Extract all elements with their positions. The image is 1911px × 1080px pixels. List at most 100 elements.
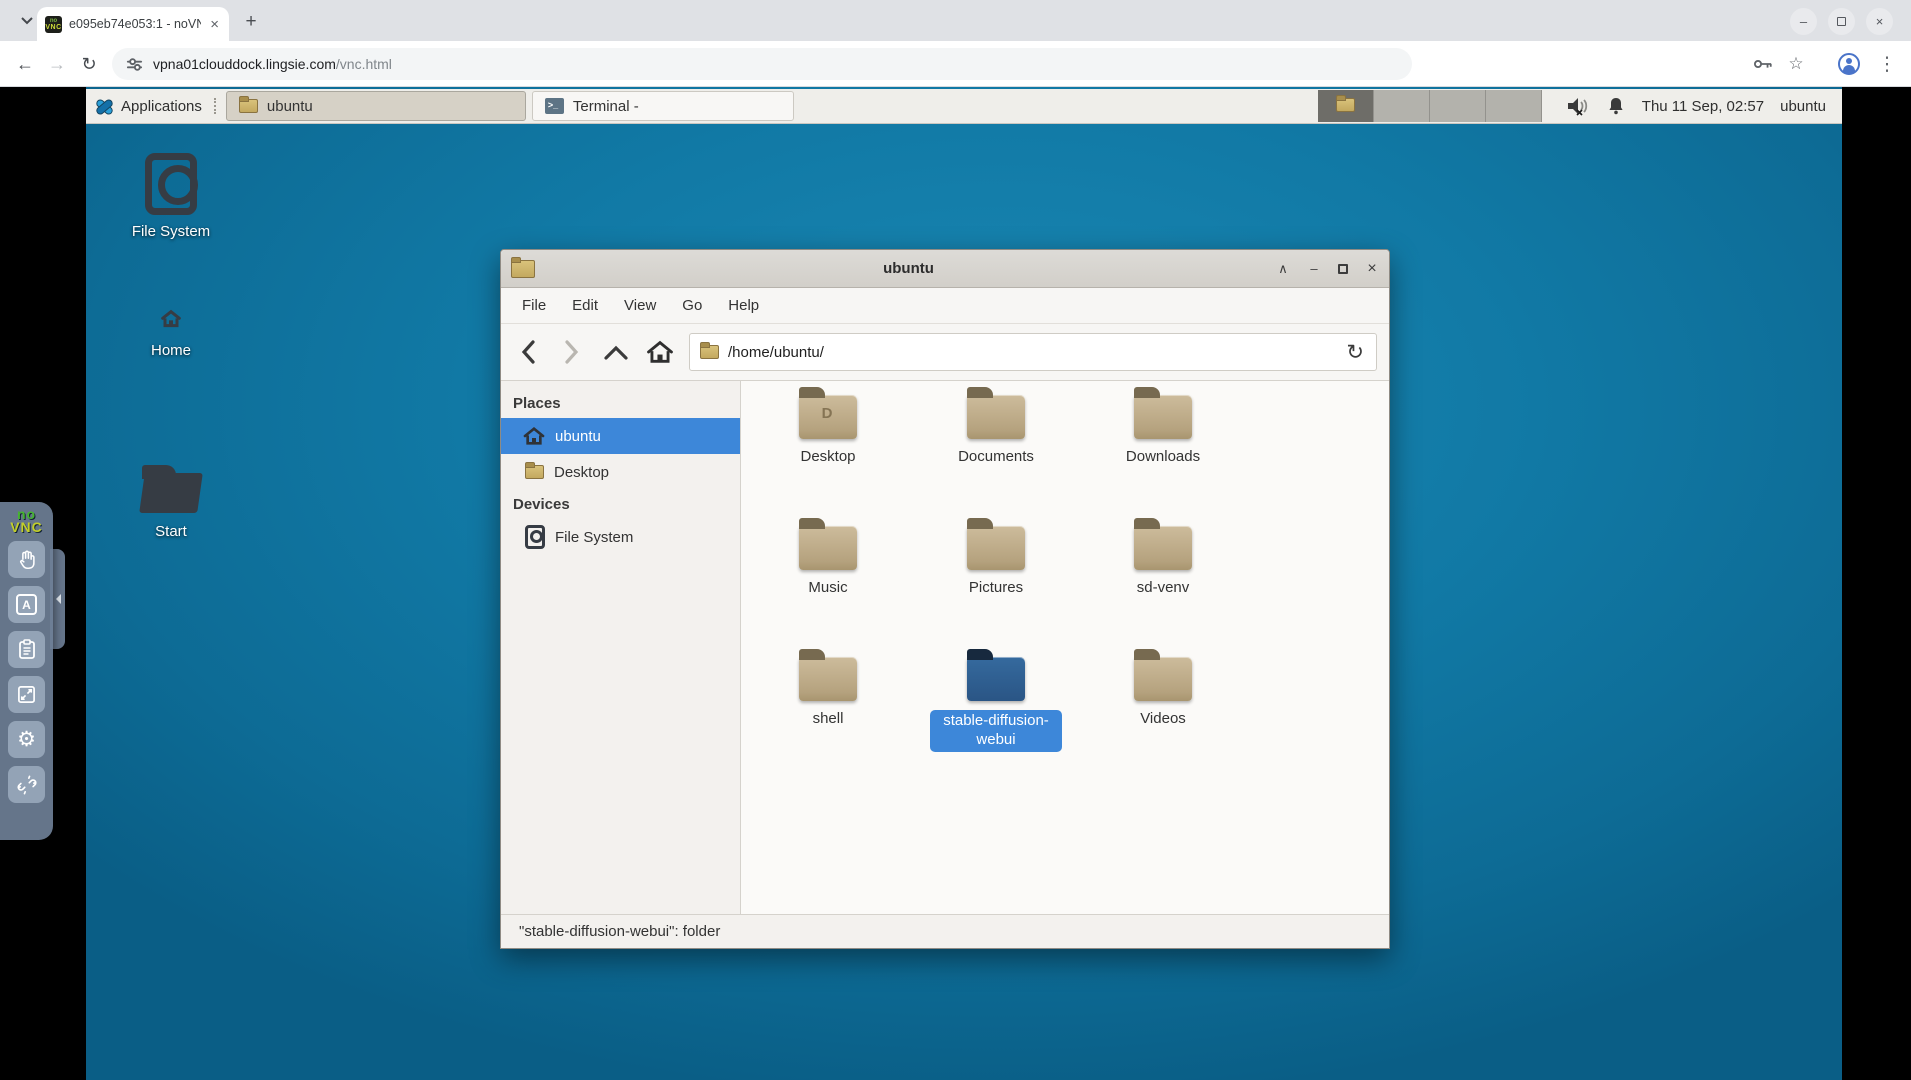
path-field[interactable]: /home/ubuntu/ ↻	[689, 333, 1377, 371]
clipboard-icon[interactable]	[8, 631, 45, 668]
files-area[interactable]: D Desktop Documents Downloads Music	[741, 381, 1389, 914]
workspace-2[interactable]	[1374, 90, 1430, 122]
tune-icon	[126, 56, 143, 73]
menu-go[interactable]: Go	[669, 297, 715, 314]
applications-menu-button[interactable]: Applications	[86, 89, 212, 123]
folder-item-downloads[interactable]: Downloads	[1083, 395, 1243, 467]
sidebar-item-file-system[interactable]: File System	[501, 519, 740, 555]
extra-keys-icon[interactable]: A	[8, 586, 45, 623]
maximize-button[interactable]	[1338, 264, 1348, 274]
url-text: vpna01clouddock.lingsie.com/vnc.html	[153, 56, 392, 72]
folder-item-sd-venv[interactable]: sd-venv	[1083, 526, 1243, 598]
xfce-top-panel: Applications ubuntu >_ Terminal -	[86, 89, 1842, 124]
notification-bell-icon[interactable]	[1606, 96, 1626, 116]
menu-file[interactable]: File	[509, 297, 559, 314]
home-icon	[523, 426, 545, 446]
folder-item-music[interactable]: Music	[748, 526, 908, 598]
tab-close-icon[interactable]: ×	[208, 16, 221, 33]
folder-item-shell[interactable]: shell	[748, 657, 908, 729]
home-icon	[160, 309, 182, 329]
disconnect-icon[interactable]	[8, 766, 45, 803]
folder-icon	[239, 99, 258, 113]
shade-button[interactable]: ∧	[1276, 261, 1290, 277]
browser-menu-dots-icon[interactable]: ⋮	[1874, 51, 1900, 77]
workspace-1[interactable]	[1318, 90, 1374, 122]
fullscreen-icon[interactable]	[8, 676, 45, 713]
folder-item-pictures[interactable]: Pictures	[916, 526, 1076, 598]
menu-view[interactable]: View	[611, 297, 669, 314]
nav-back-button[interactable]	[513, 337, 543, 367]
statusbar: "stable-diffusion-webui": folder	[501, 914, 1389, 948]
desktop-icon-start[interactable]: Start	[106, 465, 236, 540]
password-key-icon[interactable]	[1750, 51, 1776, 77]
novnc-toolbar: noVNC A ⚙	[0, 502, 53, 840]
folder-icon	[967, 395, 1025, 439]
window-maximize-button[interactable]	[1828, 8, 1855, 35]
panel-username[interactable]: ubuntu	[1780, 98, 1830, 115]
drag-hand-icon[interactable]	[8, 541, 45, 578]
menu-edit[interactable]: Edit	[559, 297, 611, 314]
drive-icon	[145, 153, 197, 215]
workspace-3[interactable]	[1430, 90, 1486, 122]
file-manager-window: ubuntu ∧ – × File Edit View Go Help	[500, 249, 1390, 949]
folder-icon	[799, 657, 857, 701]
folder-icon	[525, 465, 544, 479]
folder-icon: D	[799, 395, 857, 439]
settings-gear-icon[interactable]: ⚙	[8, 721, 45, 758]
nav-up-button[interactable]	[601, 337, 631, 367]
terminal-icon: >_	[545, 98, 564, 114]
file-toolbar: /home/ubuntu/ ↻	[501, 324, 1389, 381]
folder-icon	[1134, 395, 1192, 439]
window-close-button[interactable]: ×	[1866, 8, 1893, 35]
bookmark-star-icon[interactable]: ☆	[1783, 51, 1809, 77]
panel-grip	[214, 98, 221, 114]
sidebar: Places ubuntu Desktop Devices File Syste…	[501, 381, 741, 914]
reload-button[interactable]: ↻	[1346, 340, 1366, 365]
close-button[interactable]: ×	[1365, 260, 1379, 278]
menu-help[interactable]: Help	[715, 297, 772, 314]
folder-icon	[799, 526, 857, 570]
browser-back-button[interactable]: ←	[12, 51, 38, 77]
places-header: Places	[501, 389, 740, 418]
browser-refresh-button[interactable]: ↻	[76, 51, 102, 77]
folder-item-documents[interactable]: Documents	[916, 395, 1076, 467]
folder-icon-selected	[967, 657, 1025, 701]
workspace-switcher[interactable]	[1318, 90, 1542, 122]
taskbar-button-terminal[interactable]: >_ Terminal -	[532, 91, 794, 121]
folder-icon	[1134, 657, 1192, 701]
window-folder-icon	[511, 260, 535, 278]
path-folder-icon	[700, 345, 719, 359]
folder-item-desktop[interactable]: D Desktop	[748, 395, 908, 467]
menubar: File Edit View Go Help	[501, 288, 1389, 324]
desktop-icon-file-system[interactable]: File System	[106, 153, 236, 240]
folder-icon	[140, 465, 202, 515]
minimize-button[interactable]: –	[1307, 261, 1321, 276]
window-titlebar[interactable]: ubuntu ∧ – ×	[501, 250, 1389, 288]
new-tab-button[interactable]: +	[238, 9, 264, 35]
address-bar[interactable]: vpna01clouddock.lingsie.com/vnc.html	[112, 48, 1412, 80]
devices-header: Devices	[501, 490, 740, 519]
drive-icon	[525, 525, 545, 549]
novnc-favicon-icon: noVNC	[45, 16, 62, 33]
panel-clock[interactable]: Thu 11 Sep, 02:57	[1642, 98, 1764, 115]
workspace-4[interactable]	[1486, 90, 1542, 122]
nav-home-button[interactable]	[645, 337, 675, 367]
window-title: ubuntu	[541, 260, 1276, 277]
browser-tabstrip: noVNC e095eb74e053:1 - noVNC × +	[0, 0, 1911, 41]
vnc-viewport: Applications ubuntu >_ Terminal -	[0, 87, 1911, 1080]
path-text: /home/ubuntu/	[728, 344, 1337, 361]
profile-avatar-icon[interactable]	[1836, 51, 1862, 77]
browser-tab[interactable]: noVNC e095eb74e053:1 - noVNC ×	[37, 7, 229, 41]
window-minimize-button[interactable]: –	[1790, 8, 1817, 35]
volume-muted-icon[interactable]	[1566, 96, 1590, 116]
taskbar-button-ubuntu[interactable]: ubuntu	[226, 91, 526, 121]
folder-item-videos[interactable]: Videos	[1083, 657, 1243, 729]
novnc-logo: noVNC	[0, 502, 53, 533]
sidebar-item-ubuntu[interactable]: ubuntu	[501, 418, 740, 454]
browser-forward-button[interactable]: →	[44, 51, 70, 77]
sidebar-item-desktop[interactable]: Desktop	[501, 454, 740, 490]
nav-forward-button[interactable]	[557, 337, 587, 367]
desktop-icon-home[interactable]: Home	[106, 309, 236, 359]
folder-item-stable-diffusion-webui[interactable]: stable-diffusion-webui	[916, 657, 1076, 752]
folder-icon	[1134, 526, 1192, 570]
